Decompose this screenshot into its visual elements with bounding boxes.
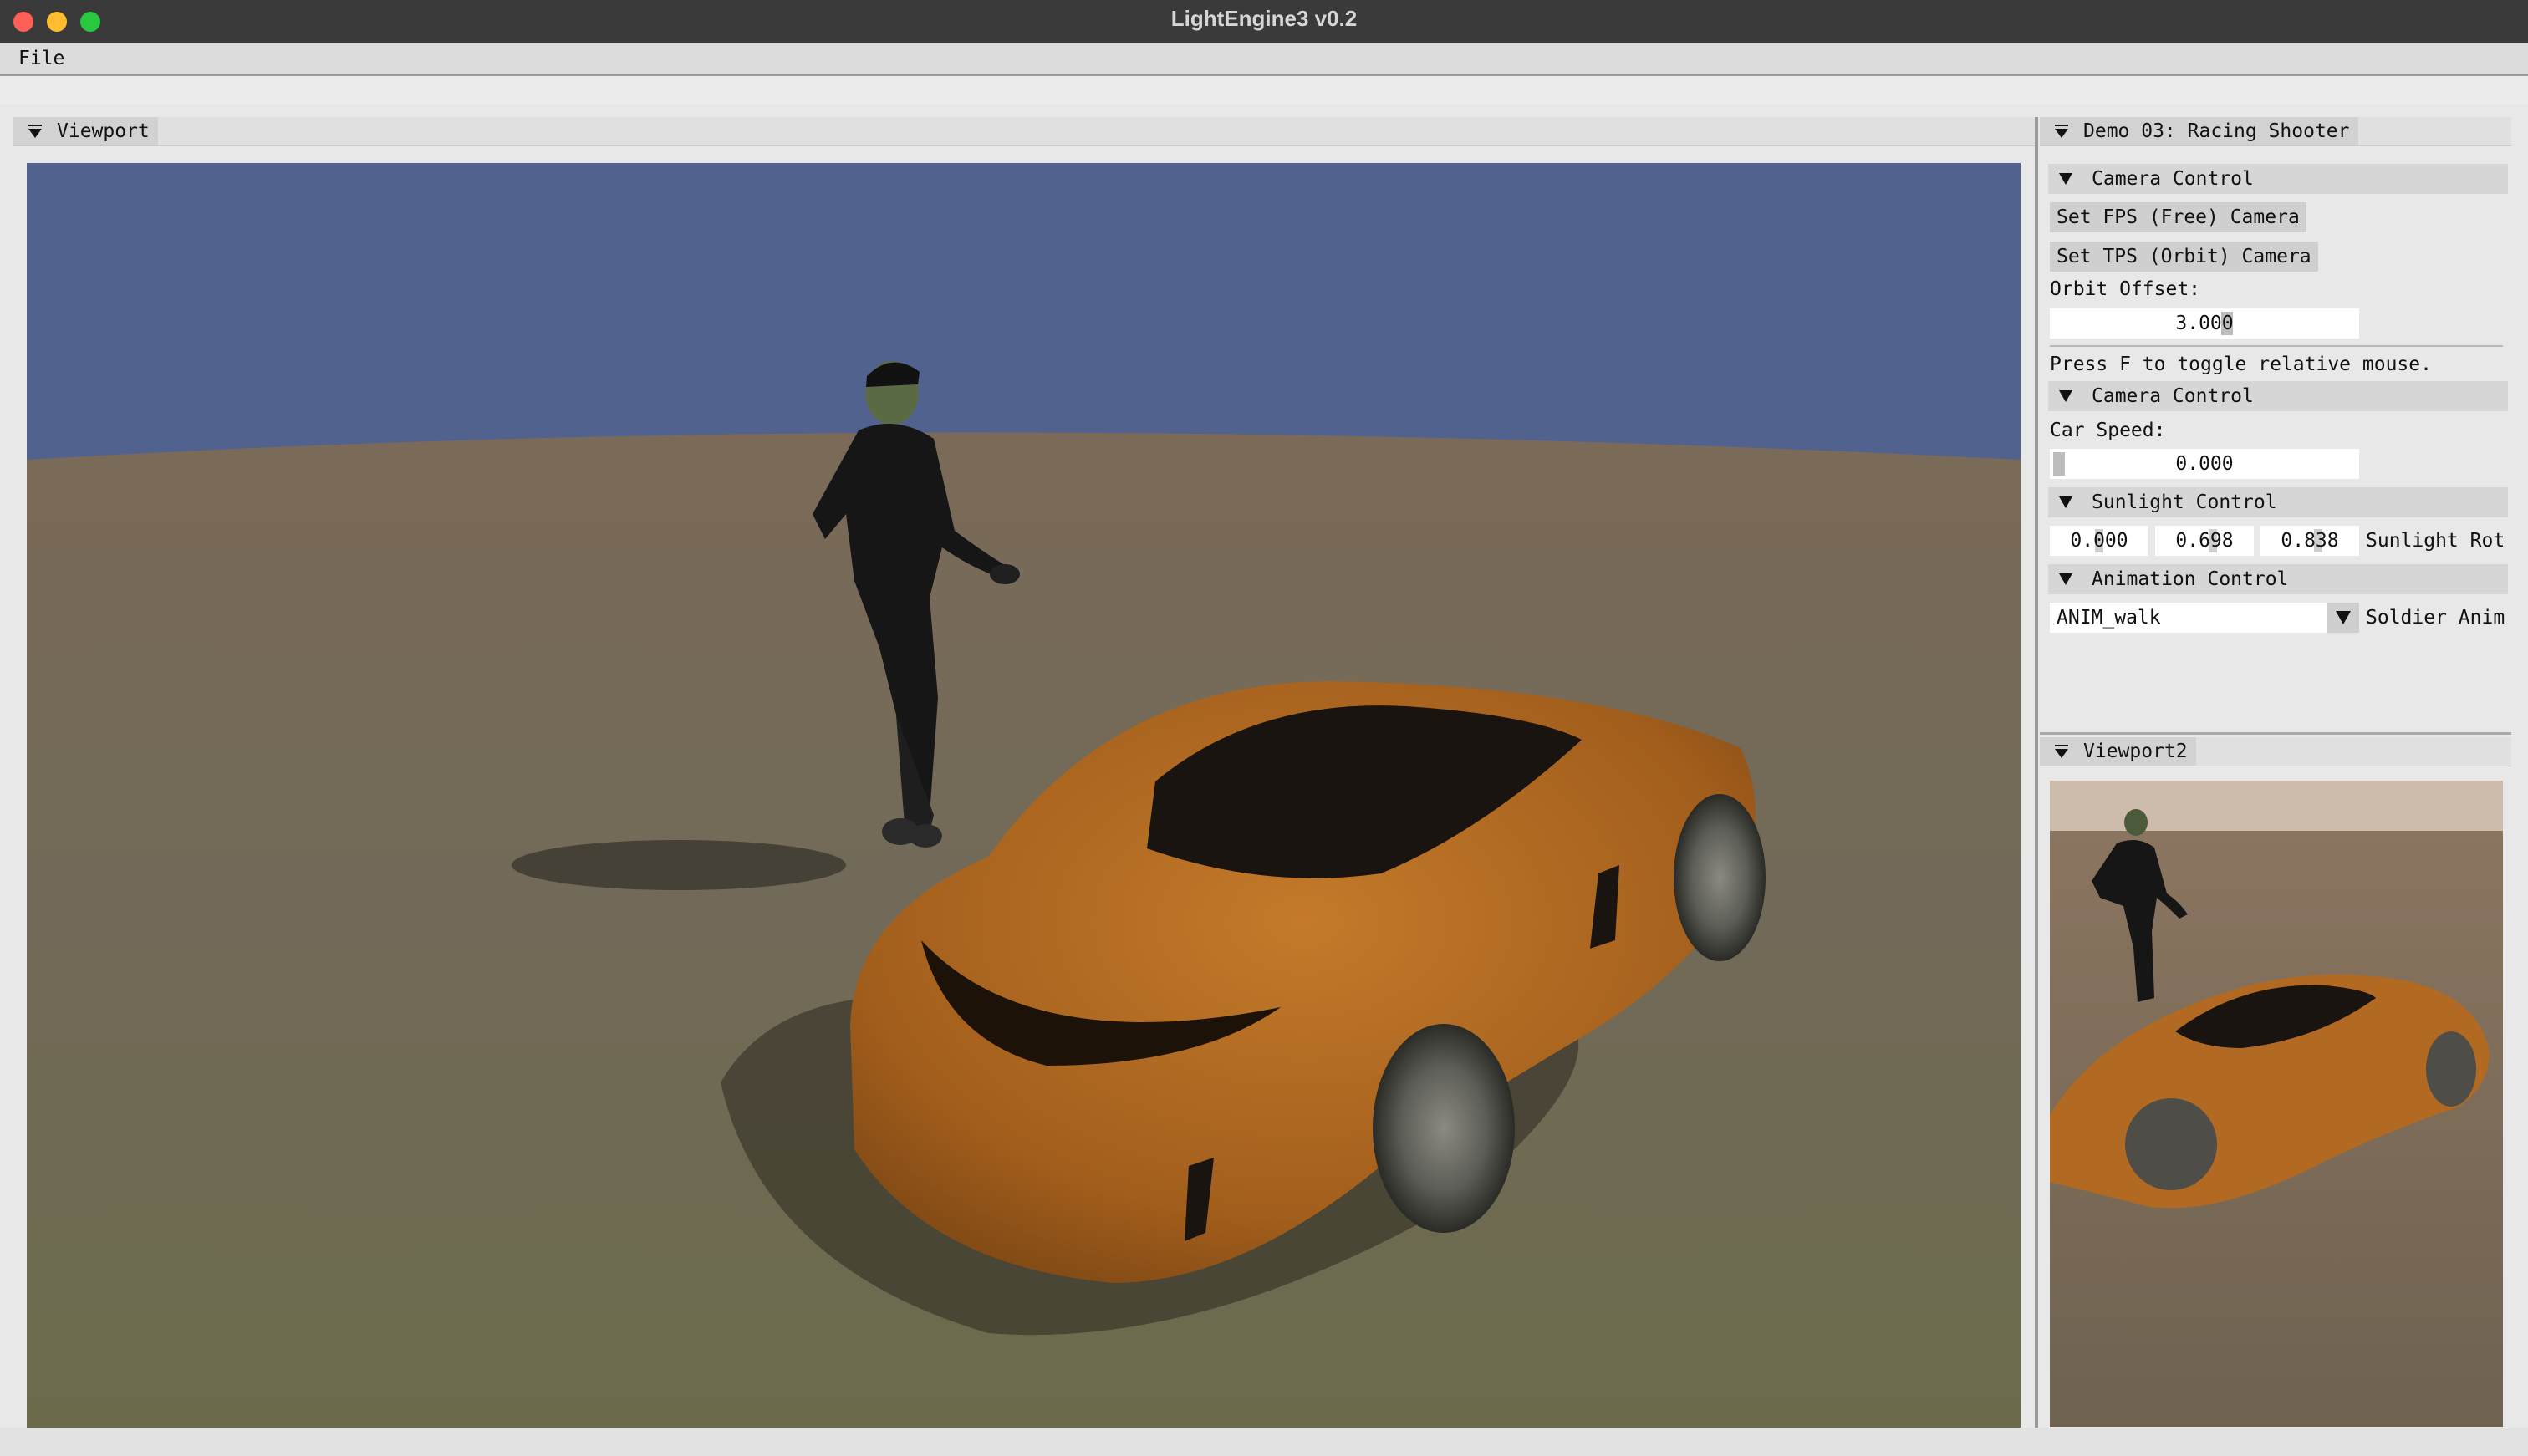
panel-header: Demo 03: Racing Shooter: [2040, 117, 2511, 146]
sunlight-rot-y-value: 0.698: [2175, 530, 2234, 552]
viewport-tab[interactable]: Viewport: [13, 117, 158, 145]
sunlight-rot-z-value: 0.838: [2281, 530, 2339, 552]
panel-title: Demo 03: Racing Shooter: [2083, 120, 2350, 142]
menu-bar: File: [0, 43, 2528, 76]
camera-control-label: Camera Control: [2092, 168, 2254, 190]
car-speed-label: Car Speed:: [2050, 420, 2166, 441]
viewport2-header: Viewport2: [2040, 737, 2511, 766]
collapse-icon[interactable]: [2053, 123, 2070, 140]
car-speed-slider[interactable]: 0.000: [2050, 449, 2359, 479]
sunlight-control-header[interactable]: Sunlight Control: [2048, 487, 2508, 517]
sunlight-rot-z-field[interactable]: 0.838: [2260, 526, 2359, 556]
sunlight-rot-y-field[interactable]: 0.698: [2155, 526, 2254, 556]
animation-control-header[interactable]: Animation Control: [2048, 564, 2508, 594]
triangle-down-icon: [2059, 573, 2072, 585]
chevron-down-icon: [2336, 611, 2351, 624]
collapse-icon[interactable]: [27, 123, 43, 140]
viewport2-render[interactable]: [2050, 781, 2503, 1427]
soldier-anim-value: ANIM_walk: [2057, 607, 2161, 629]
separator: [2050, 345, 2503, 347]
animation-control-label: Animation Control: [2092, 568, 2289, 590]
car-control-label: Camera Control: [2092, 385, 2254, 407]
sunlight-control-label: Sunlight Control: [2092, 491, 2277, 513]
window-title: LightEngine3 v0.2: [1170, 6, 1358, 31]
triangle-down-icon: [2059, 496, 2072, 508]
viewport2-title: Viewport2: [2083, 741, 2188, 762]
viewport-scene: [27, 163, 2021, 1428]
viewport2-tab[interactable]: Viewport2: [2040, 737, 2196, 766]
viewport2-sky: [2050, 781, 2503, 831]
sunlight-rot-x-field[interactable]: 0.000: [2050, 526, 2148, 556]
triangle-down-icon: [2059, 390, 2072, 402]
triangle-down-icon: [2059, 173, 2072, 185]
sunlight-rot-label: Sunlight Rot: [2366, 530, 2505, 552]
collapse-icon[interactable]: [2053, 743, 2070, 760]
viewport-header: Viewport: [13, 117, 2035, 146]
toolbar-strip: [0, 76, 2528, 104]
soldier-shadow: [512, 840, 846, 890]
split-bar[interactable]: [2035, 117, 2038, 1428]
slider-grab[interactable]: [2053, 452, 2065, 476]
title-bar: LightEngine3 v0.2: [0, 0, 2528, 44]
set-fps-camera-button[interactable]: Set FPS (Free) Camera: [2050, 202, 2306, 232]
orbit-offset-slider[interactable]: 3.000: [2050, 308, 2359, 339]
set-tps-camera-button[interactable]: Set TPS (Orbit) Camera: [2050, 242, 2318, 272]
orbit-offset-value: 3.000: [2175, 313, 2234, 334]
soldier-anim-dropdown-button[interactable]: [2327, 603, 2359, 633]
car-speed-value: 0.000: [2175, 453, 2234, 475]
sunlight-rot-x-value: 0.000: [2070, 530, 2128, 552]
orbit-offset-label: Orbit Offset:: [2050, 278, 2201, 300]
viewport-render[interactable]: [27, 163, 2021, 1428]
split-bar-horizontal[interactable]: [2040, 732, 2511, 735]
car-control-header[interactable]: Camera Control: [2048, 381, 2508, 411]
soldier-anim-select[interactable]: ANIM_walk: [2050, 603, 2332, 633]
soldier-anim-label: Soldier Anim: [2366, 607, 2505, 629]
window-bottom-edge: [0, 1428, 2528, 1456]
menu-file[interactable]: File: [18, 43, 64, 74]
camera-control-header[interactable]: Camera Control: [2048, 164, 2508, 194]
viewport2-scene: [2050, 781, 2503, 1427]
panel-tab[interactable]: Demo 03: Racing Shooter: [2040, 117, 2358, 145]
relative-mouse-hint: Press F to toggle relative mouse.: [2050, 354, 2432, 375]
viewport-title: Viewport: [57, 120, 150, 142]
